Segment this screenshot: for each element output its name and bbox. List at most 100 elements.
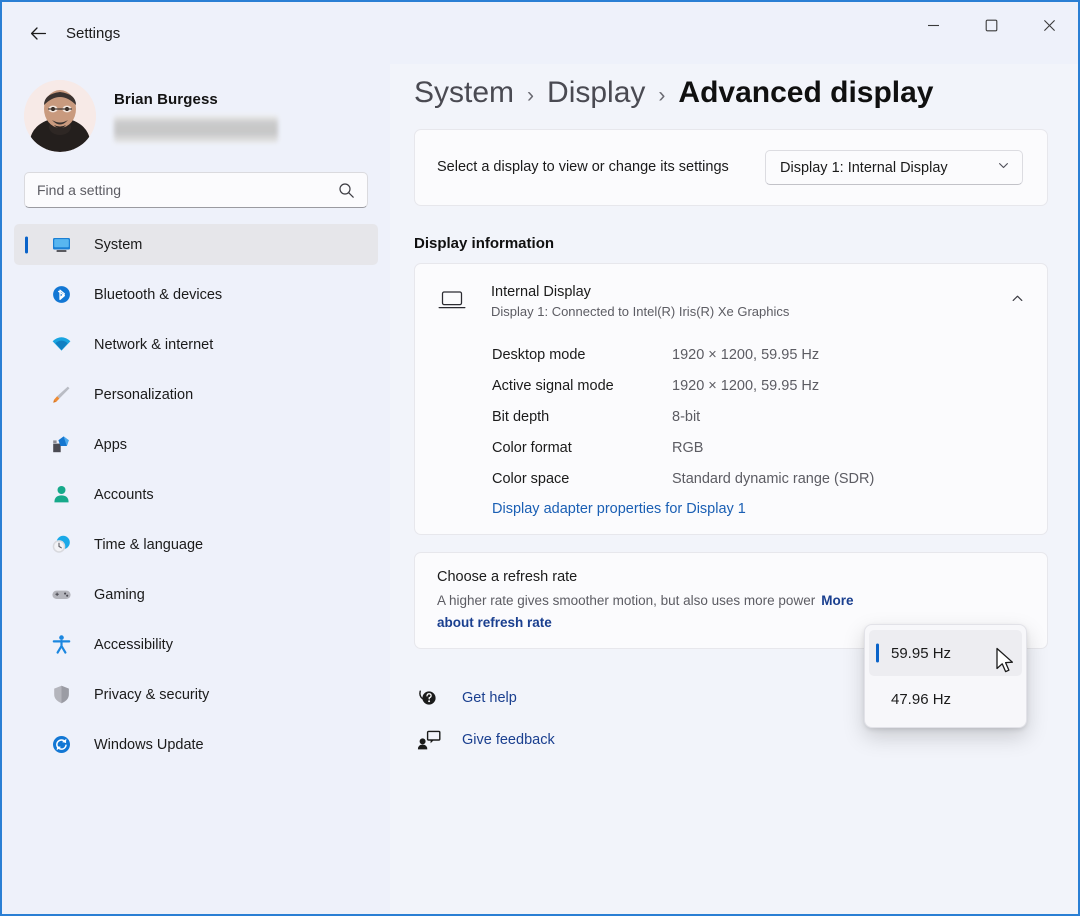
- sidebar-item-apps[interactable]: Apps: [14, 424, 378, 465]
- table-row: Color format RGB: [415, 432, 1047, 463]
- sidebar-item-label: Time & language: [94, 536, 204, 553]
- row-value: 8-bit: [672, 408, 701, 425]
- search-box[interactable]: [24, 172, 368, 208]
- monitor-icon: [50, 234, 72, 256]
- row-value: RGB: [672, 439, 704, 456]
- sidebar-item-label: Gaming: [94, 586, 145, 603]
- avatar-photo-icon: [24, 80, 96, 152]
- internal-display-header[interactable]: Internal Display Display 1: Connected to…: [415, 264, 1047, 338]
- window-title: Settings: [66, 24, 121, 42]
- profile-email-redacted: [114, 115, 278, 143]
- breadcrumb-separator: ›: [527, 84, 535, 107]
- row-key: Color space: [492, 470, 570, 487]
- breadcrumb: System › Display › Advanced display: [390, 64, 1078, 110]
- profile-meta: Brian Burgess: [114, 89, 278, 143]
- paintbrush-icon: [50, 384, 72, 406]
- display-information-title: Display information: [414, 235, 555, 252]
- sidebar-item-label: Windows Update: [94, 736, 204, 753]
- minimize-button[interactable]: [904, 2, 962, 48]
- close-button[interactable]: [1020, 2, 1078, 48]
- sidebar-item-label: Privacy & security: [94, 686, 210, 703]
- chevron-up-icon[interactable]: [1010, 291, 1025, 311]
- main-content: System › Display › Advanced display Sele…: [390, 64, 1078, 914]
- select-display-card: Select a display to view or change its s…: [414, 129, 1048, 206]
- table-row: Desktop mode 1920 × 1200, 59.95 Hz: [415, 339, 1047, 370]
- give-feedback-link[interactable]: Give feedback: [414, 719, 644, 761]
- user-profile[interactable]: Brian Burgess: [2, 64, 390, 156]
- avatar: [24, 80, 96, 152]
- refresh-rate-desc-text: A higher rate gives smoother motion, but…: [437, 593, 816, 608]
- refresh-rate-title: Choose a refresh rate: [437, 569, 578, 585]
- profile-name: Brian Burgess: [114, 91, 218, 108]
- sidebar-item-label: Personalization: [94, 386, 194, 403]
- refresh-rate-option-5995[interactable]: 59.95 Hz: [869, 630, 1022, 676]
- clock-icon: [50, 534, 72, 556]
- sidebar-nav: System Bluetooth & devices Network & int…: [2, 224, 390, 765]
- page-title: Advanced display: [678, 76, 934, 109]
- sidebar-item-label: Network & internet: [94, 336, 214, 353]
- display-detail-rows: Desktop mode 1920 × 1200, 59.95 Hz Activ…: [415, 338, 1047, 534]
- sidebar-item-network-internet[interactable]: Network & internet: [14, 324, 378, 365]
- refresh-rate-option-label: 59.95 Hz: [891, 644, 952, 662]
- table-row: Active signal mode 1920 × 1200, 59.95 Hz: [415, 370, 1047, 401]
- row-key: Desktop mode: [492, 346, 586, 363]
- sidebar-item-label: Accessibility: [94, 636, 173, 653]
- search-input[interactable]: [37, 182, 338, 198]
- apps-icon: [50, 434, 72, 456]
- internal-display-title: Internal Display: [491, 283, 591, 300]
- help-icon: [414, 685, 444, 711]
- table-row: Bit depth 8-bit: [415, 401, 1047, 432]
- gamepad-icon: [50, 584, 72, 606]
- row-value: 1920 × 1200, 59.95 Hz: [672, 377, 820, 394]
- row-key: Active signal mode: [492, 377, 614, 394]
- display-select-value: Display 1: Internal Display: [780, 159, 948, 176]
- breadcrumb-separator: ›: [658, 84, 666, 107]
- get-help-link[interactable]: Get help: [414, 677, 644, 719]
- select-display-label: Select a display to view or change its s…: [437, 159, 729, 175]
- update-icon: [50, 734, 72, 756]
- refresh-rate-option-4796[interactable]: 47.96 Hz: [869, 676, 1022, 722]
- feedback-icon: [414, 727, 444, 753]
- sidebar-item-label: Accounts: [94, 486, 154, 503]
- sidebar-item-time-language[interactable]: Time & language: [14, 524, 378, 565]
- wifi-icon: [50, 334, 72, 356]
- title-bar: Settings: [2, 2, 1078, 64]
- accessibility-icon: [50, 634, 72, 656]
- sidebar-item-personalization[interactable]: Personalization: [14, 374, 378, 415]
- row-value: Standard dynamic range (SDR): [672, 470, 875, 487]
- search-icon: [339, 182, 354, 198]
- sidebar-item-privacy-security[interactable]: Privacy & security: [14, 674, 378, 715]
- display-information-card: Internal Display Display 1: Connected to…: [414, 263, 1048, 535]
- sidebar-item-accessibility[interactable]: Accessibility: [14, 624, 378, 665]
- row-value: 1920 × 1200, 59.95 Hz: [672, 346, 820, 363]
- give-feedback-label: Give feedback: [462, 732, 555, 748]
- breadcrumb-display[interactable]: Display: [547, 76, 645, 110]
- back-button[interactable]: [16, 16, 60, 50]
- row-key: Bit depth: [492, 408, 550, 425]
- sidebar: Brian Burgess System: [2, 64, 390, 914]
- sidebar-item-label: Bluetooth & devices: [94, 286, 223, 303]
- sidebar-item-windows-update[interactable]: Windows Update: [14, 724, 378, 765]
- bluetooth-icon: [50, 284, 72, 306]
- sidebar-item-accounts[interactable]: Accounts: [14, 474, 378, 515]
- close-icon: [1043, 19, 1055, 31]
- display-select-dropdown[interactable]: Display 1: Internal Display: [765, 150, 1023, 185]
- display-adapter-properties-link[interactable]: Display adapter properties for Display 1: [415, 501, 746, 517]
- internal-display-subtitle: Display 1: Connected to Intel(R) Iris(R)…: [491, 303, 790, 319]
- window-controls: [904, 2, 1078, 64]
- get-help-label: Get help: [462, 690, 517, 706]
- maximize-button[interactable]: [962, 2, 1020, 48]
- laptop-display-icon: [437, 289, 477, 313]
- chevron-down-icon: [997, 159, 1010, 176]
- sidebar-item-gaming[interactable]: Gaming: [14, 574, 378, 615]
- sidebar-item-system[interactable]: System: [14, 224, 378, 265]
- shield-icon: [50, 684, 72, 706]
- internal-display-text: Internal Display Display 1: Connected to…: [491, 284, 789, 319]
- sidebar-item-bluetooth-devices[interactable]: Bluetooth & devices: [14, 274, 378, 315]
- back-arrow-icon: [30, 26, 46, 40]
- sidebar-item-label: Apps: [94, 436, 128, 453]
- breadcrumb-system[interactable]: System: [414, 76, 514, 110]
- minimize-icon: [927, 24, 939, 26]
- settings-window: Settings Brian Burgess Find a setting Sy…: [0, 0, 1080, 916]
- row-key: Color format: [492, 439, 572, 456]
